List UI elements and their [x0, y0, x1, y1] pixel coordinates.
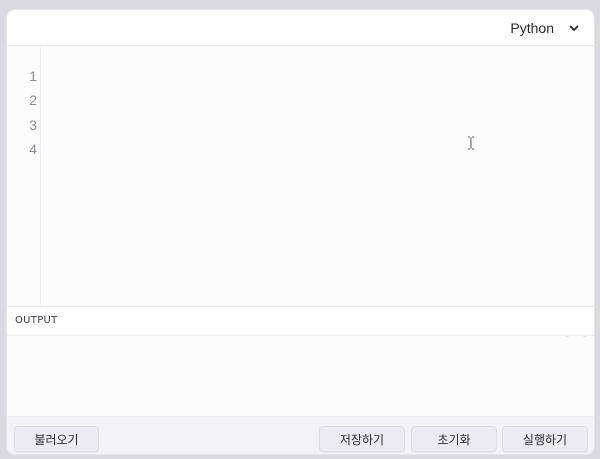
code-editor: 1 2 3 4 [7, 47, 594, 340]
reset-button[interactable]: 초기화 [411, 426, 497, 452]
line-number: 4 [29, 141, 37, 157]
language-select-value: Python [510, 20, 554, 36]
output-label: OUTPUT [15, 315, 58, 326]
chevron-down-icon [569, 25, 579, 31]
action-footer: 불러오기 저장하기 초기화 실행하기 [7, 416, 594, 454]
load-button[interactable]: 불러오기 [14, 426, 99, 452]
save-button[interactable]: 저장하기 [319, 426, 405, 452]
line-number: 1 [29, 68, 37, 84]
line-number: 3 [29, 117, 37, 133]
line-number-gutter: 1 2 3 4 [7, 47, 41, 305]
code-input-area[interactable] [42, 47, 594, 305]
output-panel [7, 337, 594, 416]
output-header: OUTPUT [7, 306, 594, 336]
code-runner-window: Python 1 2 3 4 OUTPUT 불러오기 저장하기 초기화 실행하기 [7, 10, 594, 454]
language-select[interactable]: Python [510, 17, 580, 39]
run-button[interactable]: 실행하기 [502, 426, 588, 452]
line-number: 2 [29, 92, 37, 108]
editor-toolbar: Python [7, 10, 594, 46]
text-cursor-icon [468, 136, 474, 150]
